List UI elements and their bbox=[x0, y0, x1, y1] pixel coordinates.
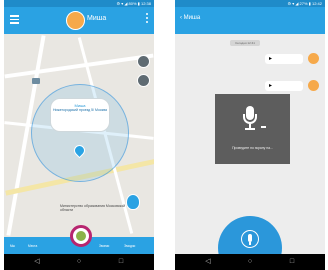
menu-icon[interactable] bbox=[10, 15, 19, 24]
map-road bbox=[4, 53, 154, 79]
back-nav-icon[interactable]: ◁ bbox=[203, 257, 213, 267]
right-phone-screen: ⚙ ▾ ◢ 27% ▮ 12:42 ‹ Миша Сегодня 12:41 ▸… bbox=[175, 0, 325, 270]
android-nav-bar: ◁ ○ □ bbox=[175, 254, 325, 270]
location-bubble[interactable]: Миша Нижегородский проезд 5/ Москва bbox=[50, 98, 110, 132]
back-nav-icon[interactable]: ◁ bbox=[32, 257, 42, 267]
date-chip: Сегодня 12:41 bbox=[230, 40, 260, 46]
microphone-icon bbox=[248, 234, 252, 242]
bubble-address: Нижегородский проезд 5/ Москва bbox=[53, 108, 107, 112]
android-nav-bar: ◁ ○ □ bbox=[4, 254, 154, 270]
play-icon: ▸ bbox=[269, 56, 273, 62]
voice-message[interactable]: ▸ bbox=[265, 81, 303, 91]
avatar bbox=[308, 80, 319, 91]
toolbar-item-calls[interactable]: Звонки bbox=[99, 242, 109, 250]
map-place-label: Министерство образования Московской обла… bbox=[60, 204, 126, 212]
home-nav-icon[interactable]: ○ bbox=[245, 257, 255, 267]
status-bar: ⚙ ▾ ◢ 80% ▮ 12:38 bbox=[4, 0, 154, 7]
page-title: Миша bbox=[87, 15, 107, 22]
recent-nav-icon[interactable]: □ bbox=[116, 257, 126, 267]
toolbar-item-me[interactable]: Мы bbox=[10, 242, 15, 250]
left-phone-screen: ⚙ ▾ ◢ 80% ▮ 12:38 Миша Миша Нижегородски… bbox=[4, 0, 154, 270]
play-icon: ▸ bbox=[269, 83, 273, 89]
record-hint: Проведите по экрану на... bbox=[232, 146, 273, 150]
home-nav-icon[interactable]: ○ bbox=[74, 257, 84, 267]
recording-overlay: Проведите по экрану на... bbox=[215, 94, 290, 164]
layers-button[interactable] bbox=[137, 55, 150, 68]
toolbar-item-emoji[interactable]: Эмодзи bbox=[124, 242, 135, 250]
more-icon[interactable] bbox=[146, 13, 148, 26]
status-bar: ⚙ ▾ ◢ 27% ▮ 12:42 bbox=[175, 0, 325, 7]
status-text: ⚙ ▾ ◢ 27% ▮ 12:42 bbox=[287, 1, 322, 6]
locate-button[interactable] bbox=[137, 74, 150, 87]
map-view[interactable]: Миша Нижегородский проезд 5/ Москва Мини… bbox=[4, 34, 154, 237]
status-text: ⚙ ▾ ◢ 80% ▮ 12:38 bbox=[116, 1, 151, 6]
back-label: Миша bbox=[183, 15, 201, 21]
recording-cursor bbox=[261, 126, 266, 128]
avatar[interactable] bbox=[66, 11, 85, 30]
app-bar: Миша bbox=[4, 7, 154, 34]
home-icon[interactable] bbox=[32, 78, 40, 84]
toolbar-item-places[interactable]: Места bbox=[28, 242, 37, 250]
app-bar: ‹ Миша bbox=[175, 7, 325, 34]
chat-icon bbox=[76, 231, 86, 241]
chat-area: Сегодня 12:41 ▸ ▸ Проведите по экрану на… bbox=[175, 34, 325, 270]
microphone-stem bbox=[249, 242, 251, 245]
chevron-left-icon: ‹ bbox=[180, 15, 182, 21]
back-button[interactable]: ‹ Миша bbox=[180, 15, 200, 21]
voice-message[interactable]: ▸ bbox=[265, 54, 303, 64]
avatar bbox=[308, 53, 319, 64]
recent-nav-icon[interactable]: □ bbox=[287, 257, 297, 267]
center-action-button[interactable] bbox=[70, 225, 92, 247]
